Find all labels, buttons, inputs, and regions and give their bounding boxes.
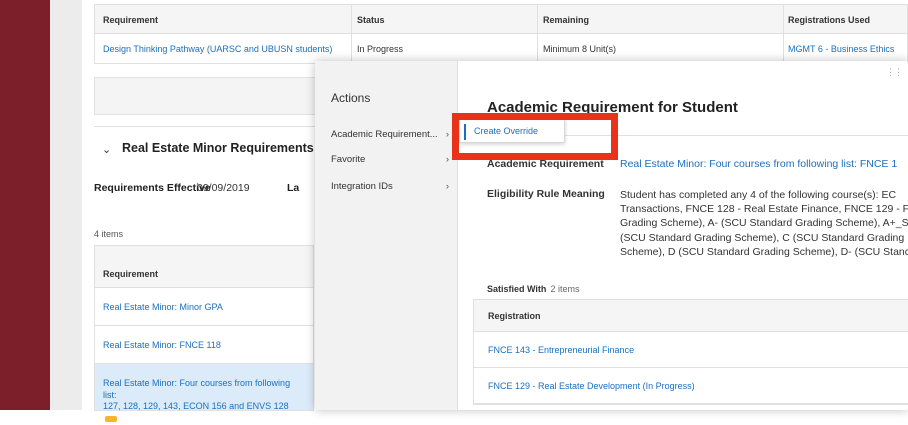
- header-requirement: Requirement: [103, 15, 159, 25]
- page-gutter: [50, 0, 82, 410]
- truncated-label: La: [287, 182, 300, 194]
- requirements-effective-date: 09/09/2019: [197, 182, 250, 194]
- menu-item-favorite[interactable]: Favorite ›: [331, 154, 449, 165]
- registration-link[interactable]: MGMT 6 - Business Ethics: [788, 34, 908, 64]
- eligibility-text: Student has completed any 4 of the follo…: [620, 189, 908, 258]
- chevron-right-icon: ›: [445, 181, 449, 192]
- requirement-link[interactable]: Design Thinking Pathway (UARSC and UBUSN…: [103, 34, 353, 64]
- satisfied-with-heading: Satisfied With 2 items: [487, 284, 580, 294]
- table-row[interactable]: Real Estate Minor: FNCE 118: [95, 326, 313, 364]
- menu-item-integration-ids[interactable]: Integration IDs ›: [331, 181, 449, 192]
- items-count: 4 items: [94, 229, 124, 239]
- chevron-right-icon: ›: [445, 129, 449, 140]
- status-cell: In Progress: [357, 44, 404, 54]
- highlight-annotation-box: [452, 113, 618, 160]
- table-header: Requirement: [95, 246, 313, 288]
- table-row[interactable]: FNCE 143 - Entrepreneurial Finance: [474, 332, 908, 368]
- satisfied-count: 2 items: [550, 284, 580, 294]
- table-header-row: Requirement Status Remaining Registratio…: [94, 4, 908, 35]
- table-row[interactable]: Real Estate Minor: Minor GPA: [95, 288, 313, 326]
- empty-panel: [94, 77, 326, 115]
- related-actions-icon[interactable]: [105, 415, 117, 422]
- row-text-line2: 127, 128, 129, 143, ECON 156 and ENVS 12…: [103, 401, 305, 424]
- chevron-down-icon[interactable]: ⌄: [102, 143, 111, 156]
- requirements-effective-label: Requirements Effective: [94, 182, 211, 194]
- academic-requirement-link[interactable]: Real Estate Minor: Four courses from fol…: [620, 158, 897, 170]
- header-remaining: Remaining: [543, 15, 590, 25]
- eligibility-label: Eligibility Rule Meaning: [487, 188, 605, 200]
- table-row: Design Thinking Pathway (UARSC and UBUSN…: [94, 34, 908, 64]
- table-row[interactable]: FNCE 129 - Real Estate Development (In P…: [474, 368, 908, 404]
- minor-requirements-table: Requirement Real Estate Minor: Minor GPA…: [94, 245, 314, 422]
- menu-item-academic-requirement[interactable]: Academic Requirement... ›: [331, 129, 449, 140]
- section-title: Real Estate Minor Requirements: [122, 141, 314, 155]
- header-status: Status: [357, 15, 385, 25]
- drag-handle-icon[interactable]: ⋮⋮: [886, 67, 903, 78]
- actions-title: Actions: [331, 91, 371, 105]
- actions-pane: Actions Academic Requirement... › Favori…: [315, 61, 458, 410]
- registrations-table: Registration FNCE 143 - Entrepreneurial …: [473, 299, 908, 405]
- chevron-right-icon: ›: [445, 154, 449, 165]
- header-registrations-used: Registrations Used: [788, 15, 871, 25]
- row-text-line1: Real Estate Minor: Four courses from fol…: [103, 378, 291, 400]
- table-header: Registration: [474, 300, 908, 332]
- remaining-cell: Minimum 8 Unit(s): [543, 44, 617, 54]
- table-row-selected[interactable]: Real Estate Minor: Four courses from fol…: [95, 364, 313, 422]
- app-sidebar-band: [0, 0, 50, 410]
